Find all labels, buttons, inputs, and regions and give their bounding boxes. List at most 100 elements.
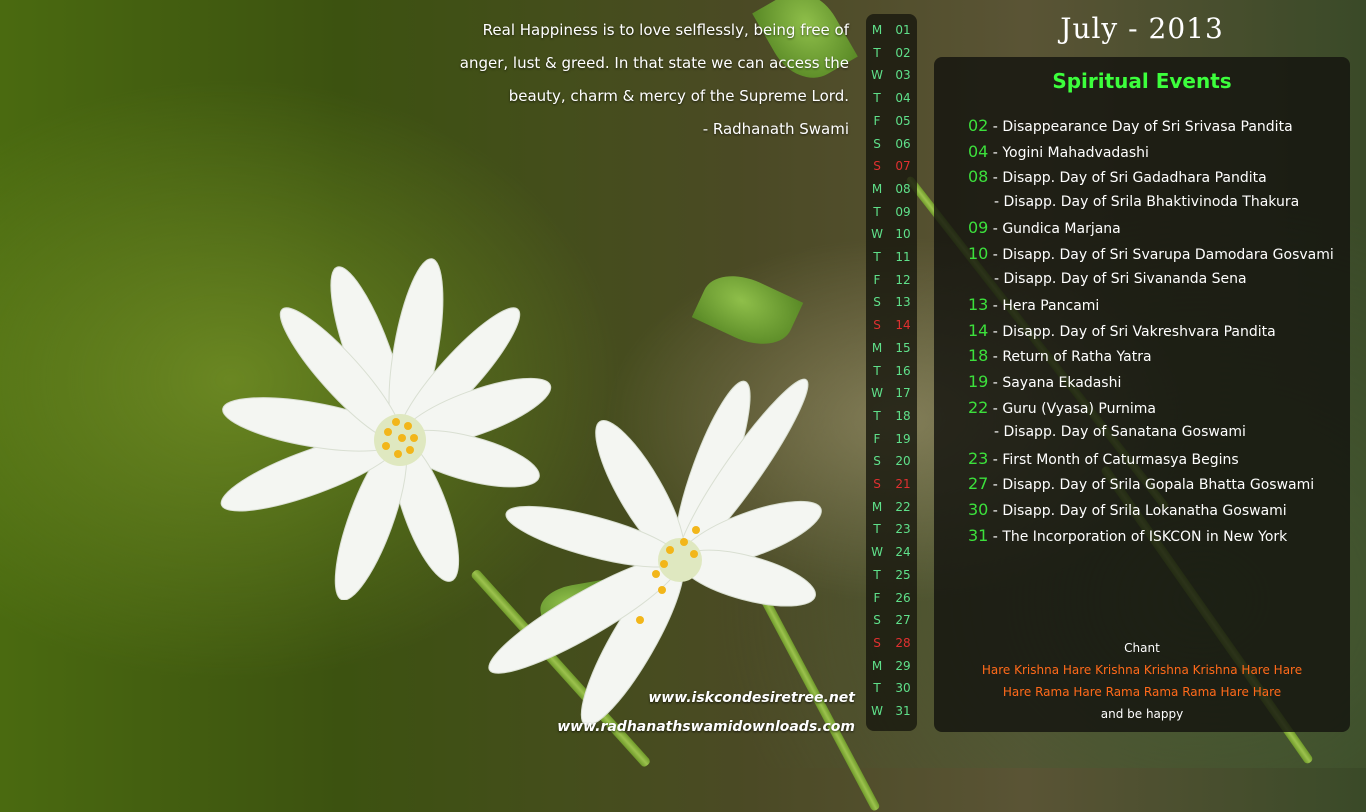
event-item: 13 - Hera Pancami [968,295,1100,315]
calendar-day: F 05 [866,114,917,134]
calendar-day: W 17 [866,386,917,406]
calendar-date: 28 [895,635,911,650]
calendar-date: 30 [895,681,911,696]
calendar-weekday: S [873,454,881,469]
event-text: Disapp. Day of Srila Gopala Bhatta Goswa… [1002,477,1315,494]
calendar-day: T 18 [866,409,917,429]
event-text: Disapp. Day of Sri Vakreshvara Pandita [1002,323,1276,340]
event-item: 30 - Disapp. Day of Srila Lokanatha Gosw… [968,499,1287,519]
event-item: - Disapp. Day of Sri Sivananda Sena [994,270,1247,287]
event-date: 09 [968,218,989,238]
event-text: Guru (Vyasa) Purnima [1002,400,1156,417]
calendar-weekday: M [871,658,883,673]
website-link-1: www.iskcondesiretree.net [648,690,855,706]
calendar-date: 05 [895,113,911,128]
calendar-date: 11 [895,250,911,264]
calendar-day: T 25 [866,568,917,588]
event-date: 10 [968,243,989,263]
event-date: 19 [968,371,989,391]
chant-footer: and be happy [1100,707,1184,721]
calendar-weekday: T [873,567,881,582]
calendar-day: S 27 [866,613,917,633]
calendar-weekday: W [871,386,883,401]
calendar-day: S 14 [866,318,917,338]
calendar-date: 15 [895,340,911,355]
calendar-date: 03 [895,68,911,83]
calendar-day: T 11 [866,250,917,270]
event-date: 13 [968,295,989,315]
event-date: 27 [968,474,989,494]
event-item: 19 - Sayana Ekadashi [968,371,1122,391]
calendar-day: S 21 [866,477,917,497]
calendar-date: 23 [895,522,911,537]
calendar-weekday: T [873,522,881,537]
calendar-weekday: S [873,318,881,333]
event-date: 30 [968,499,989,519]
calendar-weekday: T [873,91,881,106]
calendar-date: 25 [895,567,911,582]
event-date: 23 [968,448,989,468]
calendar-date: 13 [895,295,911,310]
calendar-strip: M 01 T 02 W 03 T 04 F 05 S 06 S 07 M 08 T 09 W 10 T 11 F 12 S 13 S… [866,14,917,731]
calendar-day: M 08 [866,182,917,202]
event-text: Yogini Mahadvadashi [1002,144,1149,161]
calendar-weekday: T [873,363,881,378]
event-item: 18 - Return of Ratha Yatra [968,346,1152,366]
calendar-date: 07 [895,159,911,174]
event-date: 04 [968,141,989,161]
month-title: July - 2013 [1060,12,1224,45]
calendar-date: 01 [895,23,911,37]
calendar-date: 31 [895,704,911,718]
calendar-date: 08 [895,181,911,196]
event-text: Return of Ratha Yatra [1002,349,1152,366]
calendar-weekday: S [873,159,881,174]
calendar-weekday: M [871,340,883,355]
calendar-date: 12 [895,272,911,287]
calendar-weekday: M [871,23,883,37]
calendar-date: 02 [895,45,911,60]
calendar-date: 17 [895,386,911,401]
calendar-date: 22 [895,499,911,514]
calendar-date: 20 [895,454,911,469]
event-text: Disapp. Day of Sri Gadadhara Pandita [1002,170,1267,187]
calendar-date: 14 [895,318,911,333]
event-item: 14 - Disapp. Day of Sri Vakreshvara Pand… [968,320,1276,340]
event-item: 27 - Disapp. Day of Srila Gopala Bhatta … [968,474,1315,494]
event-item: 04 - Yogini Mahadvadashi [968,141,1149,161]
calendar-date: 19 [895,431,911,446]
calendar-weekday: F [873,272,881,287]
chant-line-2: Hare Rama Hare Rama Rama Rama Hare Hare [1002,685,1282,699]
calendar-weekday: W [871,704,883,718]
event-date: 08 [968,167,989,187]
event-text: The Incorporation of ISKCON in New York [1002,528,1288,545]
event-item: 22 - Guru (Vyasa) Purnima [968,397,1156,417]
calendar-weekday: F [873,113,881,128]
calendar-weekday: S [873,635,881,650]
event-text: Disapp. Day of Srila Bhaktivinoda Thakur… [1003,193,1300,210]
calendar-date: 04 [895,91,911,106]
calendar-date: 21 [895,477,911,491]
event-text: Disapp. Day of Sanatana Goswami [1003,424,1246,441]
panel-title: Spiritual Events [1052,69,1232,93]
event-item: 10 - Disapp. Day of Sri Svarupa Damodara… [968,243,1334,263]
calendar-weekday: S [873,477,881,491]
calendar-day: M 01 [866,23,917,43]
calendar-weekday: S [873,613,881,628]
calendar-day: T 23 [866,522,917,542]
calendar-weekday: F [873,431,881,446]
event-text: Disapp. Day of Srila Lokanatha Goswami [1002,502,1287,519]
calendar-date: 18 [895,408,911,423]
calendar-day: S 20 [866,454,917,474]
calendar-day: S 13 [866,295,917,315]
calendar-day: T 09 [866,205,917,225]
event-item: 09 - Gundica Marjana [968,218,1121,238]
calendar-weekday: W [871,227,883,242]
event-item: 23 - First Month of Caturmasya Begins [968,448,1239,468]
event-item: - Disapp. Day of Srila Bhaktivinoda Thak… [994,193,1300,210]
quote-line-1: Real Happiness is to love selflessly, be… [482,21,849,39]
calendar-weekday: T [873,204,881,219]
quote-line-2: anger, lust & greed. In that state we ca… [459,54,849,72]
chant-heading: Chant [1124,641,1160,655]
calendar-date: 06 [895,136,911,151]
calendar-day: T 02 [866,46,917,66]
